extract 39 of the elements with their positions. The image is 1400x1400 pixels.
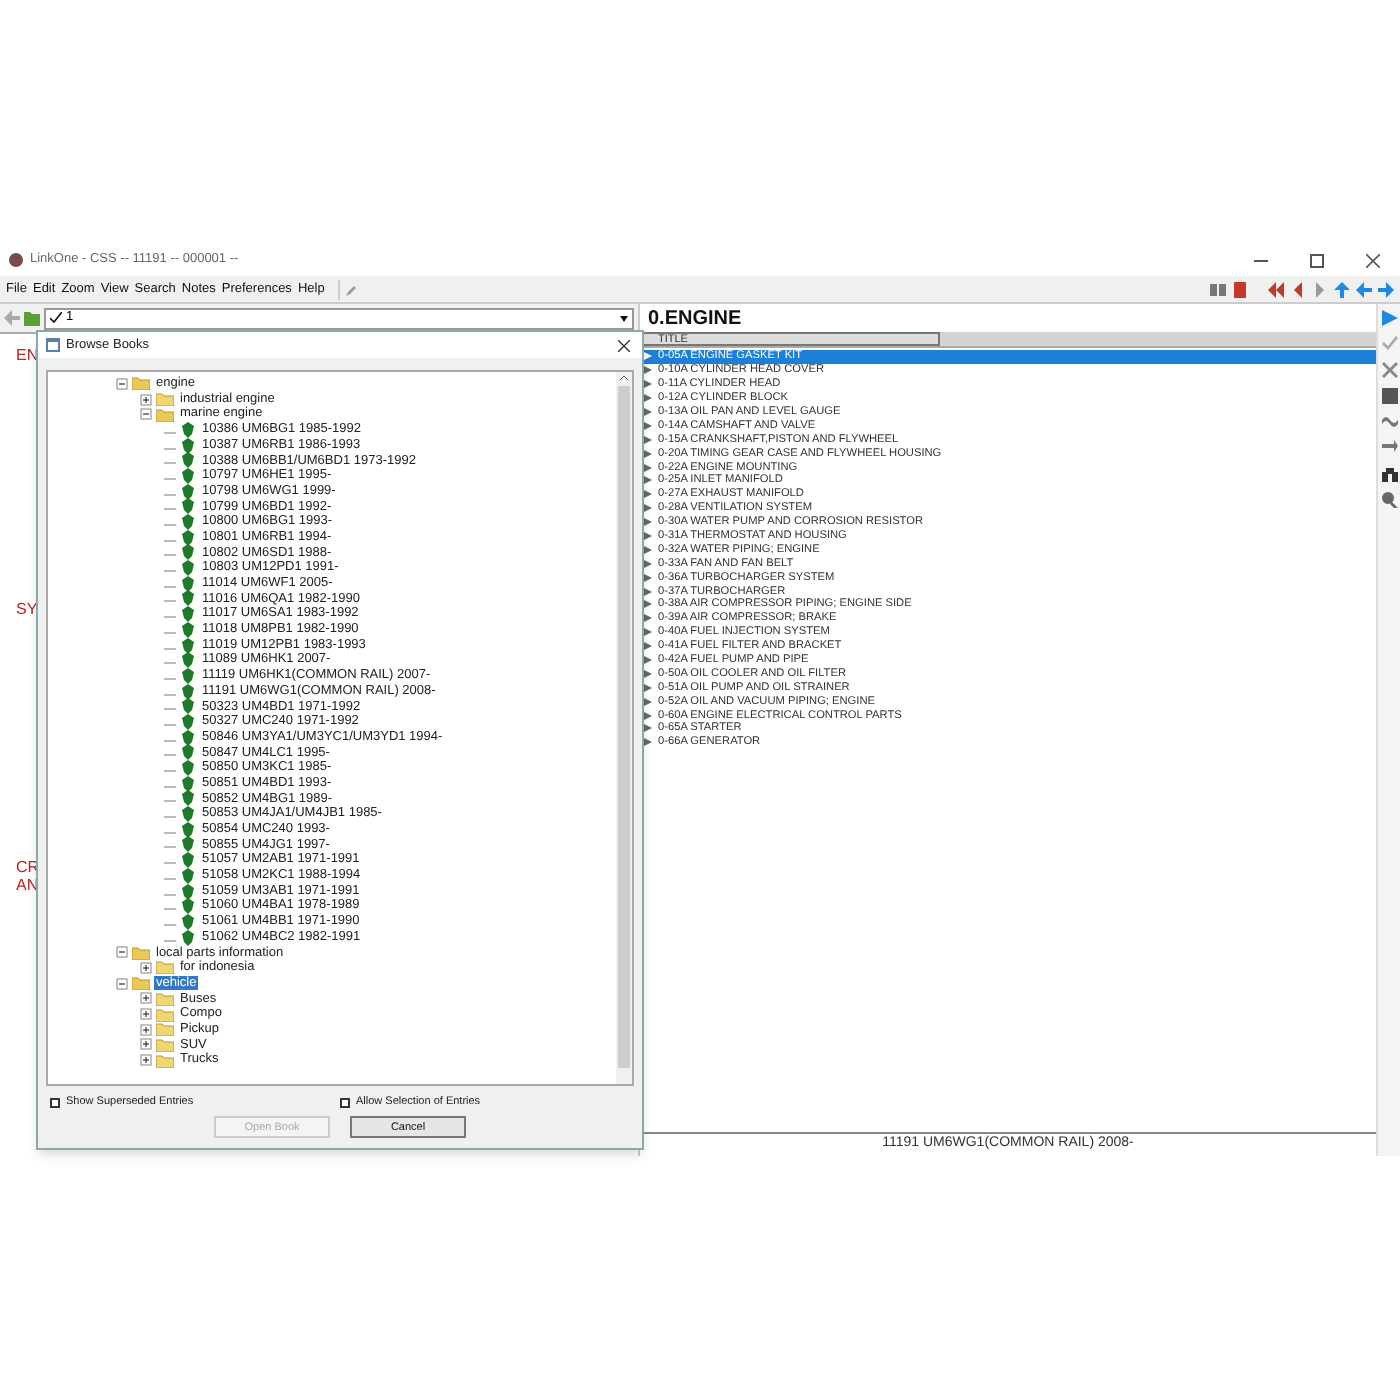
minimize-icon[interactable] <box>1254 259 1268 261</box>
back-arrow-icon[interactable] <box>1356 281 1372 297</box>
up-arrow-icon[interactable] <box>1334 281 1350 297</box>
checkbox[interactable] <box>50 1097 60 1108</box>
checkbox[interactable] <box>340 1097 350 1108</box>
expand-toggle-icon[interactable] <box>140 992 152 1005</box>
window-icon <box>46 338 60 352</box>
books-icon[interactable] <box>1232 281 1248 297</box>
pencil-icon[interactable] <box>346 283 359 295</box>
collapse-toggle-icon[interactable] <box>116 977 128 990</box>
expand-toggle-icon[interactable] <box>140 393 152 406</box>
app-logo-icon <box>8 252 24 268</box>
forward-arrow-icon[interactable] <box>1378 281 1394 297</box>
close-icon[interactable] <box>1366 253 1380 267</box>
pane-text: SY <box>16 600 38 618</box>
check-icon[interactable] <box>1381 336 1397 352</box>
expand-toggle-icon[interactable] <box>140 961 152 974</box>
check-icon <box>50 312 62 324</box>
maximize-icon[interactable] <box>1310 253 1324 267</box>
play-icon[interactable] <box>1381 310 1397 326</box>
next-icon[interactable] <box>1312 281 1328 297</box>
scroll-up-icon[interactable] <box>620 372 628 386</box>
collapse-toggle-icon[interactable] <box>116 946 128 959</box>
collapse-toggle-icon[interactable] <box>140 408 152 421</box>
search-icon[interactable] <box>1381 492 1397 508</box>
wave-icon[interactable] <box>1381 414 1397 430</box>
expand-toggle-icon[interactable] <box>140 1038 152 1051</box>
scrollbar[interactable] <box>616 372 632 1084</box>
book-icon[interactable] <box>1210 281 1226 297</box>
section-heading: 0.ENGINE <box>648 305 742 333</box>
expand-toggle-icon[interactable] <box>140 1008 152 1021</box>
expand-toggle-icon[interactable] <box>140 1054 152 1067</box>
previous-icon[interactable] <box>1290 281 1306 297</box>
dropdown-icon[interactable] <box>620 315 628 321</box>
close-icon[interactable] <box>618 339 630 351</box>
first-page-icon[interactable] <box>1268 281 1284 297</box>
folder-search-icon[interactable] <box>24 310 40 326</box>
expand-toggle-icon[interactable] <box>140 1023 152 1036</box>
collapse-toggle-icon[interactable] <box>116 377 128 390</box>
